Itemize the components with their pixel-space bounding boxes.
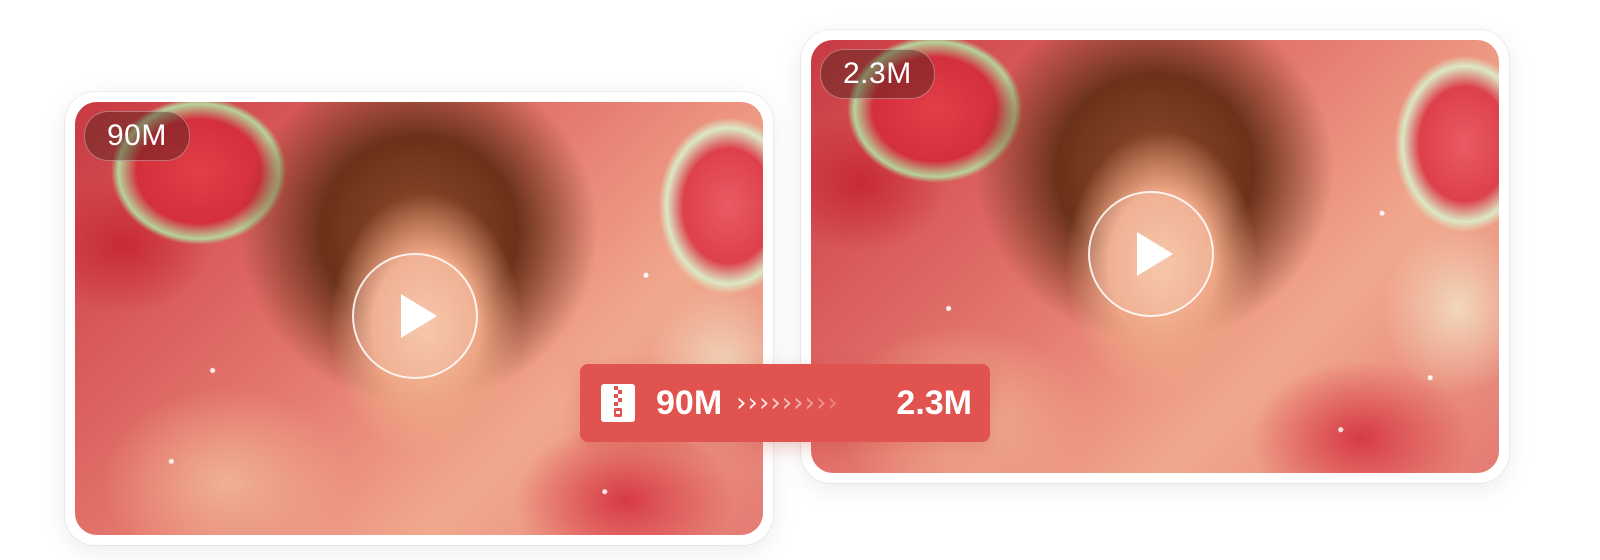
chevron-right-icon: ›	[758, 388, 770, 418]
chevron-right-icon: ›	[781, 388, 793, 418]
chevron-right-icon: ›	[827, 388, 838, 418]
original-size-label: 90M	[656, 383, 723, 422]
zip-file-icon	[601, 384, 635, 422]
original-video-card: 90M	[65, 92, 773, 545]
chevron-right-icon: ›	[815, 388, 827, 418]
chevron-right-icon: ›	[747, 388, 758, 418]
compression-indicator: 90M › › › › › › › › › 2.3M	[580, 364, 990, 442]
play-icon	[401, 294, 437, 338]
chevron-right-icon: ›	[736, 388, 747, 418]
chevron-right-icon: ›	[793, 388, 804, 418]
chevron-right-icon: ›	[804, 388, 815, 418]
play-icon	[1137, 232, 1173, 276]
compression-arrows: › › › › › › › › ›	[736, 390, 838, 416]
original-size-badge: 90M	[84, 111, 190, 161]
compressed-size-badge: 2.3M	[820, 49, 935, 99]
chevron-right-icon: ›	[770, 388, 781, 418]
original-play-button[interactable]	[352, 253, 478, 379]
compressed-size-label: 2.3M	[896, 383, 972, 422]
original-video-thumbnail[interactable]: 90M	[75, 102, 763, 535]
compressed-play-button[interactable]	[1088, 191, 1214, 317]
